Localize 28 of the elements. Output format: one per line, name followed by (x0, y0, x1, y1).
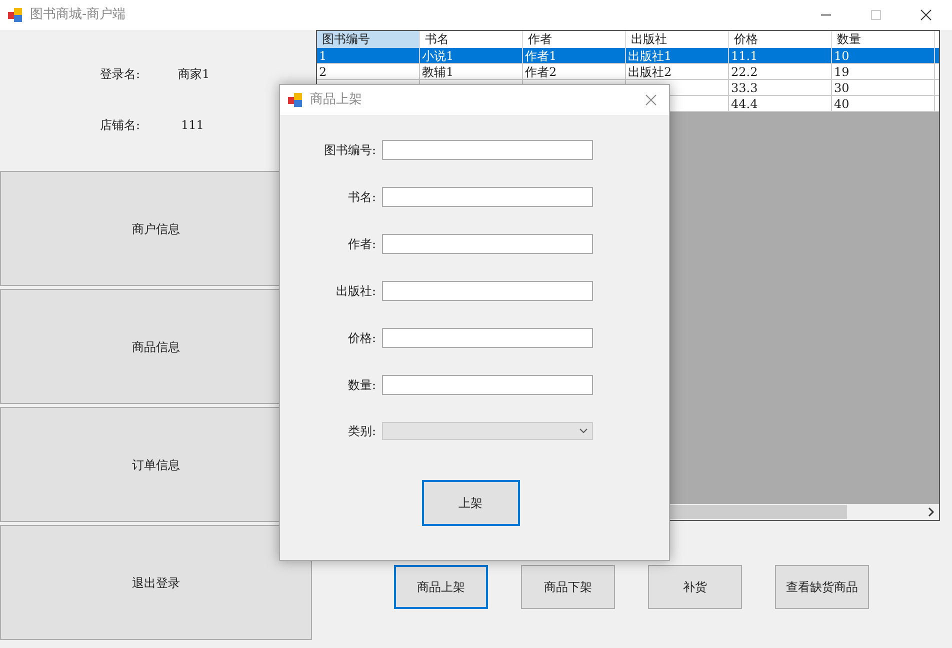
field-value: 商家1 (178, 66, 210, 82)
table-cell: 11.1 (729, 48, 832, 63)
field-label: 价格: (346, 330, 377, 347)
field-label: 类别: (346, 423, 377, 440)
table-cell: 30 (832, 80, 935, 95)
table-cell: 10 (832, 48, 935, 63)
field-label: 数量: (346, 377, 377, 394)
table-cell: 出版社2 (626, 64, 729, 79)
field-label: 图书编号: (322, 142, 377, 159)
table-cell: 33.3 (729, 80, 832, 95)
field-label: 出版社: (334, 283, 377, 300)
field-label: 作者: (346, 236, 377, 253)
field-label: 店铺名: (100, 116, 142, 134)
field-label: 登录名: (100, 66, 142, 82)
table-cell: 2 (317, 64, 420, 79)
table-cell: 44.4 (729, 96, 832, 111)
field-label: 书名: (346, 189, 377, 206)
field-value: 111 (180, 116, 204, 134)
window-title: 图书商城-商户端 (30, 6, 127, 24)
table-cell: 教辅1 (420, 64, 523, 79)
table-cell: 40 (832, 96, 935, 111)
table-cell: 22.2 (729, 64, 832, 79)
table-cell: 出版社1 (626, 48, 729, 63)
table-cell: 小说1 (420, 48, 523, 63)
table-cell: 作者1 (523, 48, 626, 63)
table-cell: 19 (832, 64, 935, 79)
table-cell: 作者2 (523, 64, 626, 79)
table-cell: 1 (317, 48, 420, 63)
